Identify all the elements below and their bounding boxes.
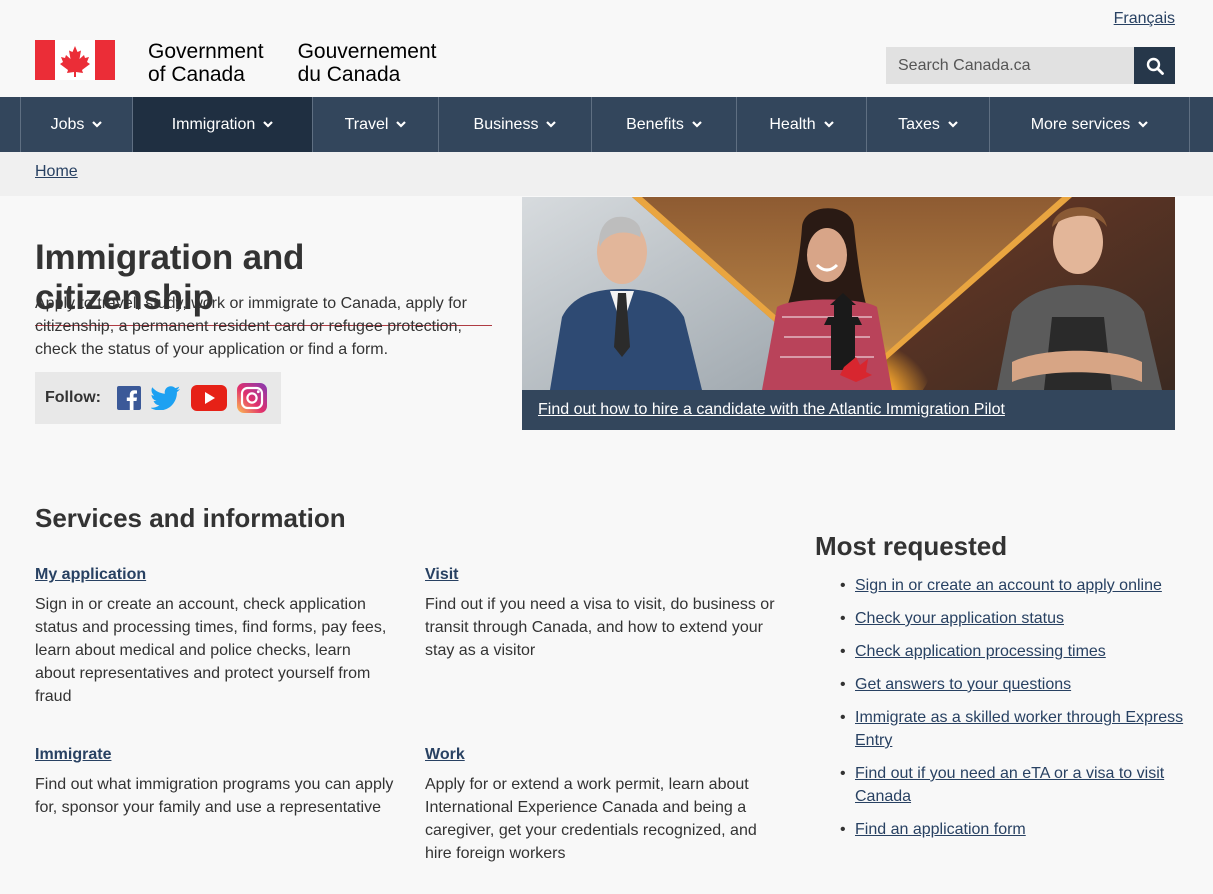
brand-fr-line2: du Canada bbox=[297, 63, 401, 86]
twitter-icon[interactable] bbox=[150, 386, 181, 410]
search-form bbox=[886, 47, 1175, 84]
service-description: Sign in or create an account, check appl… bbox=[35, 596, 387, 705]
service-link-my-application[interactable]: My application bbox=[35, 566, 395, 584]
list-item: Find out if you need an eTA or a visa to… bbox=[840, 762, 1185, 808]
menu-item-label: Travel bbox=[344, 115, 389, 133]
search-icon bbox=[1146, 57, 1164, 75]
youtube-icon[interactable] bbox=[190, 385, 227, 411]
most-requested-list: Sign in or create an account to apply on… bbox=[840, 574, 1185, 851]
most-requested-link[interactable]: Check application processing times bbox=[855, 643, 1106, 660]
chevron-down-icon bbox=[546, 121, 557, 128]
main-menu: Jobs Immigration Travel Business Benefit… bbox=[20, 97, 1190, 152]
chevron-down-icon bbox=[1138, 121, 1149, 128]
menu-item-label: Immigration bbox=[171, 115, 256, 133]
menu-item-label: More services bbox=[1030, 115, 1131, 133]
menu-item-jobs[interactable]: Jobs bbox=[20, 97, 132, 152]
chevron-down-icon bbox=[692, 121, 702, 128]
service-link-immigrate[interactable]: Immigrate bbox=[35, 746, 395, 764]
brand-en-line2: of Canada bbox=[148, 63, 245, 86]
brand-french: Gouvernement du Canada bbox=[298, 40, 437, 86]
canada-flag-icon bbox=[35, 40, 115, 80]
menu-item-business[interactable]: Business bbox=[438, 97, 591, 152]
most-requested-link[interactable]: Get answers to your questions bbox=[855, 676, 1071, 693]
service-link-work[interactable]: Work bbox=[425, 746, 785, 764]
brand-english: Government of Canada bbox=[148, 40, 264, 86]
facebook-icon[interactable] bbox=[116, 386, 141, 410]
main-menu-bar: Jobs Immigration Travel Business Benefit… bbox=[0, 97, 1213, 152]
service-card-work: Work Apply for or extend a work permit, … bbox=[425, 746, 785, 865]
instagram-icon[interactable] bbox=[236, 383, 267, 413]
most-requested-link[interactable]: Check your application status bbox=[855, 610, 1064, 627]
menu-item-label: Taxes bbox=[898, 115, 940, 133]
promo-link[interactable]: Find out how to hire a candidate with th… bbox=[538, 401, 1005, 418]
social-follow-bar: Follow: bbox=[35, 372, 281, 424]
service-link-visit[interactable]: Visit bbox=[425, 566, 785, 584]
breadcrumb-home-link[interactable]: Home bbox=[35, 163, 78, 181]
most-requested-link[interactable]: Find out if you need an eTA or a visa to… bbox=[855, 765, 1164, 805]
promo-banner[interactable]: Find out how to hire a candidate with th… bbox=[522, 197, 1175, 430]
list-item: Find an application form bbox=[840, 818, 1185, 841]
service-description: Apply for or extend a work permit, learn… bbox=[425, 776, 757, 862]
breadcrumb: Home bbox=[0, 152, 1213, 196]
menu-item-label: Benefits bbox=[626, 115, 684, 133]
list-item: Sign in or create an account to apply on… bbox=[840, 574, 1185, 597]
government-brand[interactable]: Government of Canada Gouvernement du Can… bbox=[35, 40, 436, 86]
search-input[interactable] bbox=[886, 47, 1134, 84]
menu-item-benefits[interactable]: Benefits bbox=[591, 97, 736, 152]
menu-item-label: Health bbox=[769, 115, 816, 133]
service-description: Find out what immigration programs you c… bbox=[35, 776, 394, 816]
menu-item-immigration[interactable]: Immigration bbox=[132, 97, 312, 152]
menu-item-label: Business bbox=[473, 115, 539, 133]
menu-item-label: Jobs bbox=[50, 115, 85, 133]
menu-item-health[interactable]: Health bbox=[736, 97, 866, 152]
chevron-down-icon bbox=[396, 121, 407, 128]
menu-item-taxes[interactable]: Taxes bbox=[866, 97, 989, 152]
page-intro: Apply to travel, study, work or immigrat… bbox=[35, 295, 467, 358]
most-requested-link[interactable]: Sign in or create an account to apply on… bbox=[855, 577, 1162, 594]
brand-fr-line1: Gouvernement bbox=[297, 40, 437, 63]
list-item: Get answers to your questions bbox=[840, 673, 1185, 696]
list-item: Check your application status bbox=[840, 607, 1185, 630]
most-requested-link[interactable]: Immigrate as a skilled worker through Ex… bbox=[855, 709, 1183, 749]
service-card-my-application: My application Sign in or create an acco… bbox=[35, 566, 395, 708]
service-card-visit: Visit Find out if you need a visa to vis… bbox=[425, 566, 785, 662]
chevron-down-icon bbox=[92, 121, 103, 128]
most-requested-link[interactable]: Find an application form bbox=[855, 821, 1026, 838]
chevron-down-icon bbox=[948, 121, 958, 128]
list-item: Immigrate as a skilled worker through Ex… bbox=[840, 706, 1185, 752]
menu-item-travel[interactable]: Travel bbox=[312, 97, 438, 152]
chevron-down-icon bbox=[263, 121, 274, 128]
language-toggle-link[interactable]: Français bbox=[1114, 10, 1175, 28]
menu-item-more-services[interactable]: More services bbox=[989, 97, 1190, 152]
brand-en-line1: Government bbox=[148, 40, 264, 63]
services-heading: Services and information bbox=[35, 503, 346, 533]
promo-caption: Find out how to hire a candidate with th… bbox=[522, 390, 1175, 430]
service-description: Find out if you need a visa to visit, do… bbox=[425, 596, 775, 659]
promo-photo-collage bbox=[522, 197, 1175, 390]
chevron-down-icon bbox=[823, 121, 834, 128]
most-requested-heading: Most requested bbox=[815, 531, 1008, 561]
list-item: Check application processing times bbox=[840, 640, 1185, 663]
search-button[interactable] bbox=[1134, 47, 1175, 84]
service-card-immigrate: Immigrate Find out what immigration prog… bbox=[35, 746, 395, 819]
follow-label: Follow: bbox=[45, 389, 101, 406]
